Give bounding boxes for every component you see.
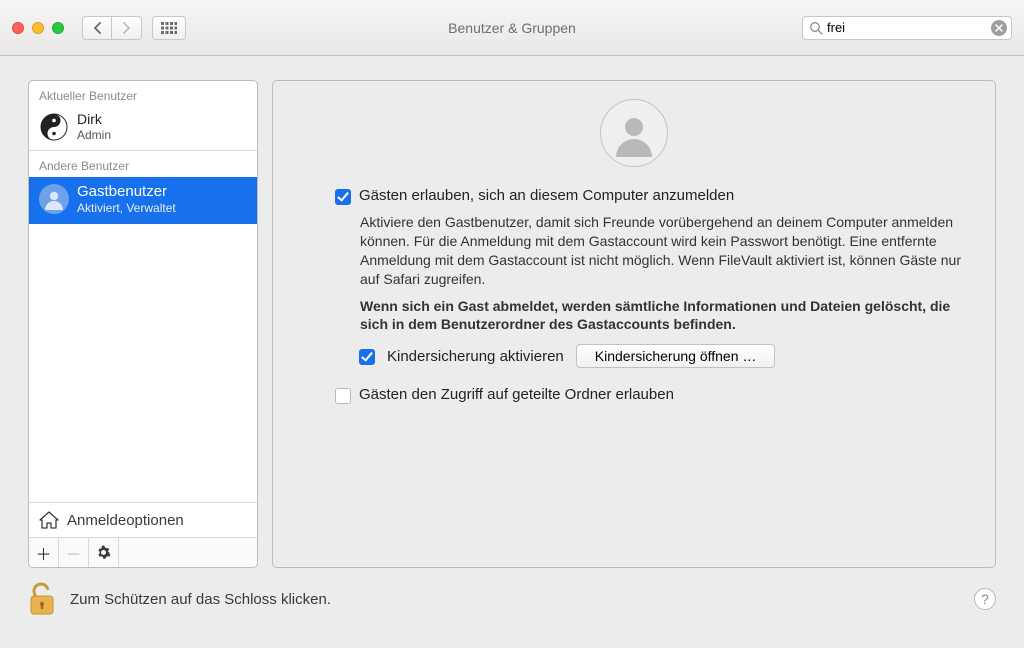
shared-folders-label: Gästen den Zugriff auf geteilte Ordner e…	[359, 386, 674, 403]
house-icon	[39, 511, 59, 529]
guest-name: Gastbenutzer	[77, 183, 176, 201]
allow-guests-desc-bold: Wenn sich ein Gast abmeldet, werden sämt…	[360, 297, 965, 335]
allow-guests-label: Gästen erlauben, sich an diesem Computer…	[359, 187, 734, 204]
user-list-sidebar: Aktueller Benutzer Dirk Admin Andere Ben…	[28, 80, 258, 568]
open-parental-controls-button[interactable]: Kindersicherung öffnen …	[576, 344, 776, 368]
avatar-current	[39, 112, 69, 142]
gear-icon	[96, 545, 111, 560]
current-user-header: Aktueller Benutzer	[29, 81, 257, 107]
allow-guests-checkbox[interactable]	[335, 189, 351, 205]
parental-row: Kindersicherung aktivieren Kindersicheru…	[359, 344, 965, 368]
guest-info: Gastbenutzer Aktiviert, Verwaltet	[77, 183, 176, 215]
lock-hint-text: Zum Schützen auf das Schloss klicken.	[70, 591, 331, 608]
other-users-header: Andere Benutzer	[29, 151, 257, 177]
grid-icon	[161, 22, 177, 34]
allow-guests-row: Gästen erlauben, sich an diesem Computer…	[335, 187, 965, 205]
footer: Zum Schützen auf das Schloss klicken. ?	[0, 568, 1024, 630]
search-input[interactable]	[827, 20, 989, 35]
remove-user-button[interactable]: －	[59, 538, 89, 567]
chevron-right-icon	[122, 22, 131, 34]
avatar-guest	[39, 184, 69, 214]
content-area: Aktueller Benutzer Dirk Admin Andere Ben…	[0, 56, 1024, 568]
minimize-window-button[interactable]	[32, 22, 44, 34]
user-role: Admin	[77, 128, 111, 142]
clear-search-button[interactable]	[991, 20, 1007, 36]
parental-checkbox[interactable]	[359, 349, 375, 365]
login-options-label: Anmeldeoptionen	[67, 512, 184, 529]
nav-buttons	[82, 16, 142, 40]
x-icon	[995, 24, 1003, 32]
lock-button[interactable]	[28, 582, 56, 616]
yin-yang-icon	[40, 113, 68, 141]
toolbar: Benutzer & Gruppen	[0, 0, 1024, 56]
sidebar-actions: ＋ －	[29, 537, 257, 567]
settings-panel: Gästen erlauben, sich an diesem Computer…	[272, 80, 996, 568]
add-user-button[interactable]: ＋	[29, 538, 59, 567]
sidebar-spacer	[29, 224, 257, 502]
zoom-window-button[interactable]	[52, 22, 64, 34]
help-button[interactable]: ?	[974, 588, 996, 610]
login-options-row[interactable]: Anmeldeoptionen	[29, 502, 257, 537]
user-name: Dirk	[77, 111, 111, 128]
window-controls	[12, 22, 64, 34]
person-silhouette-icon	[610, 109, 658, 157]
person-silhouette-icon	[43, 188, 65, 210]
user-row-guest[interactable]: Gastbenutzer Aktiviert, Verwaltet	[29, 177, 257, 223]
chevron-left-icon	[93, 22, 102, 34]
search-field[interactable]	[802, 16, 1012, 40]
allow-guests-desc: Aktiviere den Gastbenutzer, damit sich F…	[360, 213, 965, 289]
shared-folders-row: Gästen den Zugriff auf geteilte Ordner e…	[335, 386, 965, 404]
forward-button[interactable]	[112, 16, 142, 40]
shared-folders-checkbox[interactable]	[335, 388, 351, 404]
user-row-current[interactable]: Dirk Admin	[29, 107, 257, 150]
show-all-prefs-button[interactable]	[152, 16, 186, 40]
user-info: Dirk Admin	[77, 111, 111, 142]
unlocked-padlock-icon	[28, 582, 56, 616]
account-avatar[interactable]	[600, 99, 668, 167]
user-actions-menu-button[interactable]	[89, 538, 119, 567]
parental-label: Kindersicherung aktivieren	[387, 348, 564, 365]
search-icon	[809, 21, 823, 35]
guest-sub: Aktiviert, Verwaltet	[77, 201, 176, 215]
close-window-button[interactable]	[12, 22, 24, 34]
back-button[interactable]	[82, 16, 112, 40]
